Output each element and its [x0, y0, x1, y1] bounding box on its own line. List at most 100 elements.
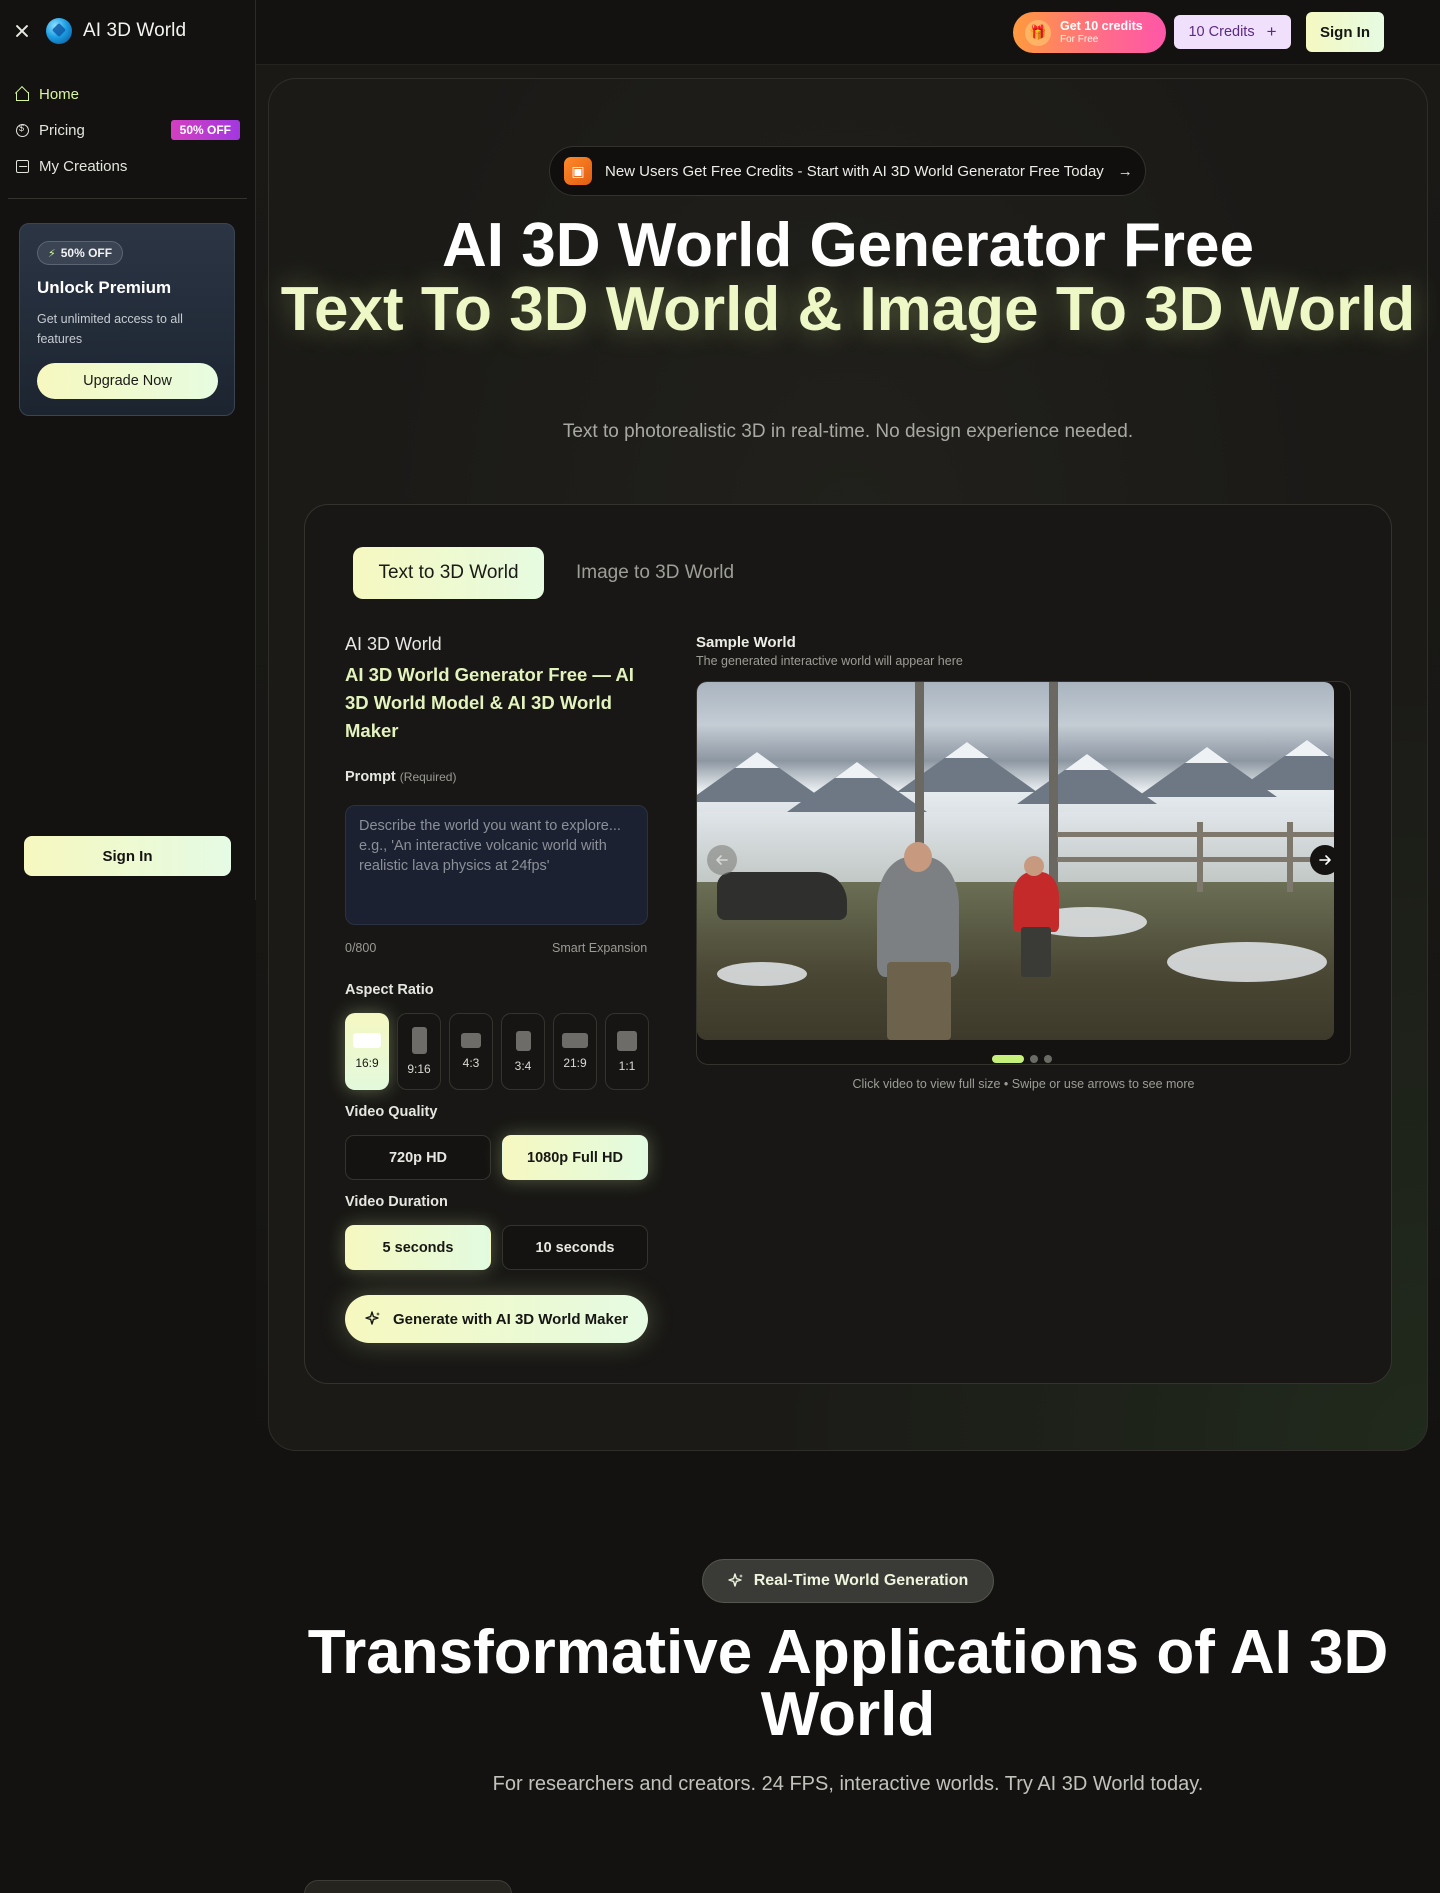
sidebar-header: AI 3D World: [0, 0, 255, 62]
character-count: 0/800: [345, 941, 377, 955]
previous-slide-button[interactable]: [707, 845, 737, 875]
ratio-label: 4:3: [462, 1056, 480, 1070]
video-quality-label: Video Quality: [345, 1104, 438, 1120]
mountain-shape: [1237, 740, 1334, 790]
section-title: Transformative Applications of AI 3D Wor…: [307, 1618, 1389, 1749]
next-slide-button[interactable]: [1310, 845, 1340, 875]
video-duration-label: Video Duration: [345, 1194, 448, 1210]
person-trousers: [887, 962, 951, 1040]
topbar-sign-in-button[interactable]: Sign In: [1306, 12, 1384, 52]
duration-10-seconds-button[interactable]: 10 seconds: [502, 1225, 648, 1270]
aspect-ratio-label: Aspect Ratio: [345, 982, 434, 998]
section-pill-label: Real-Time World Generation: [753, 1572, 969, 1589]
announcement-bar[interactable]: ▣ New Users Get Free Credits - Start wit…: [549, 146, 1146, 196]
logo-icon[interactable]: [46, 18, 72, 44]
plus-icon: +: [1266, 22, 1277, 41]
ratio-shape-icon: [411, 1027, 427, 1054]
aspect-ratio-4-3[interactable]: 4:3: [449, 1013, 493, 1090]
person-red-jacket: [1013, 872, 1059, 932]
slide-dot-2[interactable]: [1030, 1055, 1038, 1063]
sidebar-item-my-creations[interactable]: My Creations: [16, 148, 240, 184]
slide-dot-3[interactable]: [1044, 1055, 1052, 1063]
sample-world-title: Sample World: [696, 634, 796, 651]
get-credits-sub: For Free: [1060, 33, 1099, 45]
person-head: [904, 842, 932, 872]
aspect-ratio-3-4[interactable]: 3:4: [501, 1013, 545, 1090]
mountain-shape: [1017, 754, 1157, 804]
person-head: [1024, 856, 1044, 876]
generator-kicker: AI 3D World: [345, 634, 442, 654]
sidebar-item-label: Pricing: [39, 121, 85, 139]
hero-title: AI 3D World Generator Free: [442, 211, 1254, 280]
close-icon[interactable]: [15, 24, 29, 38]
sample-world-subtitle: The generated interactive world will app…: [696, 654, 963, 668]
ratio-shape-icon: [617, 1030, 637, 1051]
sidebar-sign-in-button[interactable]: Sign In: [24, 836, 231, 876]
slide-dot-1[interactable]: [992, 1055, 1024, 1063]
get-free-credits-button[interactable]: 🎁 Get 10 credits For Free: [1013, 12, 1166, 53]
sidebar: AI 3D World Home Pricing 50% OFF My Crea…: [0, 0, 256, 900]
arrow-right-icon: [1319, 855, 1331, 865]
discount-badge: 50% OFF: [170, 120, 240, 140]
prompt-required-text: (Required): [399, 770, 457, 784]
ratio-shape-icon: [461, 1033, 481, 1048]
person-gray-sweater: [877, 857, 959, 977]
topbar: 🎁 Get 10 credits For Free 10 Credits + S…: [256, 0, 1440, 65]
duration-5-seconds-button[interactable]: 5 seconds: [345, 1225, 491, 1270]
credits-label: 10 Credits: [1188, 24, 1255, 40]
section-pill: Real-Time World Generation: [702, 1559, 994, 1603]
arrow-left-icon: [716, 855, 728, 865]
ratio-label: 1:1: [618, 1058, 636, 1073]
hero-subtitle: Text to photorealistic 3D in real-time. …: [562, 421, 1134, 442]
section-subtitle: For researchers and creators. 24 FPS, in…: [492, 1773, 1204, 1795]
quality-720p-button[interactable]: 720p HD: [345, 1135, 491, 1180]
pricing-icon: [16, 123, 29, 137]
sidebar-divider: [8, 198, 247, 199]
prompt-label-text: Prompt: [345, 769, 396, 785]
aspect-ratio-9-16[interactable]: 9:16: [397, 1013, 441, 1090]
lightning-icon: ⚡: [48, 247, 56, 260]
sidebar-item-pricing[interactable]: Pricing 50% OFF: [16, 112, 240, 148]
sidebar-item-label: Home: [39, 85, 80, 103]
premium-badge: ⚡ 50% OFF: [37, 241, 124, 265]
prompt-input[interactable]: [345, 805, 648, 925]
credits-button[interactable]: 10 Credits +: [1174, 15, 1291, 49]
gift-icon: ▣: [564, 157, 592, 185]
snow-patch: [717, 962, 807, 986]
snowmobile: [717, 872, 847, 920]
brand-name[interactable]: AI 3D World: [83, 20, 186, 42]
upgrade-now-button[interactable]: Upgrade Now: [37, 363, 218, 399]
tab-text-to-3d-world[interactable]: Text to 3D World: [353, 547, 544, 599]
premium-title: Unlock Premium: [37, 278, 172, 297]
announcement-text: New Users Get Free Credits - Start with …: [605, 162, 1104, 180]
ratio-label: 9:16: [407, 1062, 431, 1076]
home-icon: [16, 91, 29, 101]
generator-title: AI 3D World Generator Free — AI 3D World…: [345, 664, 634, 741]
premium-description: Get unlimited access to all features: [37, 312, 183, 346]
tab-image-to-3d-world[interactable]: Image to 3D World: [560, 547, 750, 599]
aspect-ratio-16-9[interactable]: 16:9: [345, 1013, 389, 1090]
sample-video[interactable]: [697, 682, 1334, 1040]
sparkle-icon: [728, 1573, 744, 1589]
aspect-ratio-21-9[interactable]: 21:9: [553, 1013, 597, 1090]
get-credits-text: Get 10 credits For Free: [1060, 19, 1143, 46]
quality-1080p-button[interactable]: 1080p Full HD: [502, 1135, 648, 1180]
section-tab[interactable]: [304, 1880, 512, 1893]
ratio-label: 3:4: [514, 1058, 532, 1073]
smart-expansion-toggle[interactable]: Smart Expansion: [552, 941, 647, 955]
slide-indicator: [992, 1055, 1052, 1063]
sidebar-item-home[interactable]: Home: [16, 76, 240, 112]
generate-button[interactable]: Generate with AI 3D World Maker: [345, 1295, 648, 1343]
ratio-shape-icon: [562, 1033, 588, 1048]
aspect-ratio-1-1[interactable]: 1:1: [605, 1013, 649, 1090]
premium-badge-label: 50% OFF: [60, 246, 113, 260]
fence-post: [1287, 822, 1293, 892]
video-hint: Click video to view full size • Swipe or…: [852, 1077, 1195, 1091]
arrow-right-icon: →: [1117, 162, 1133, 180]
ratio-shape-icon: [353, 1033, 381, 1048]
prompt-label: Prompt (Required): [345, 769, 456, 785]
hero-title-secondary: Text To 3D World & Image To 3D World: [280, 275, 1416, 344]
premium-card: ⚡ 50% OFF Unlock Premium Get unlimited a…: [19, 223, 235, 416]
image-icon: [16, 159, 29, 173]
ratio-shape-icon: [515, 1030, 531, 1051]
